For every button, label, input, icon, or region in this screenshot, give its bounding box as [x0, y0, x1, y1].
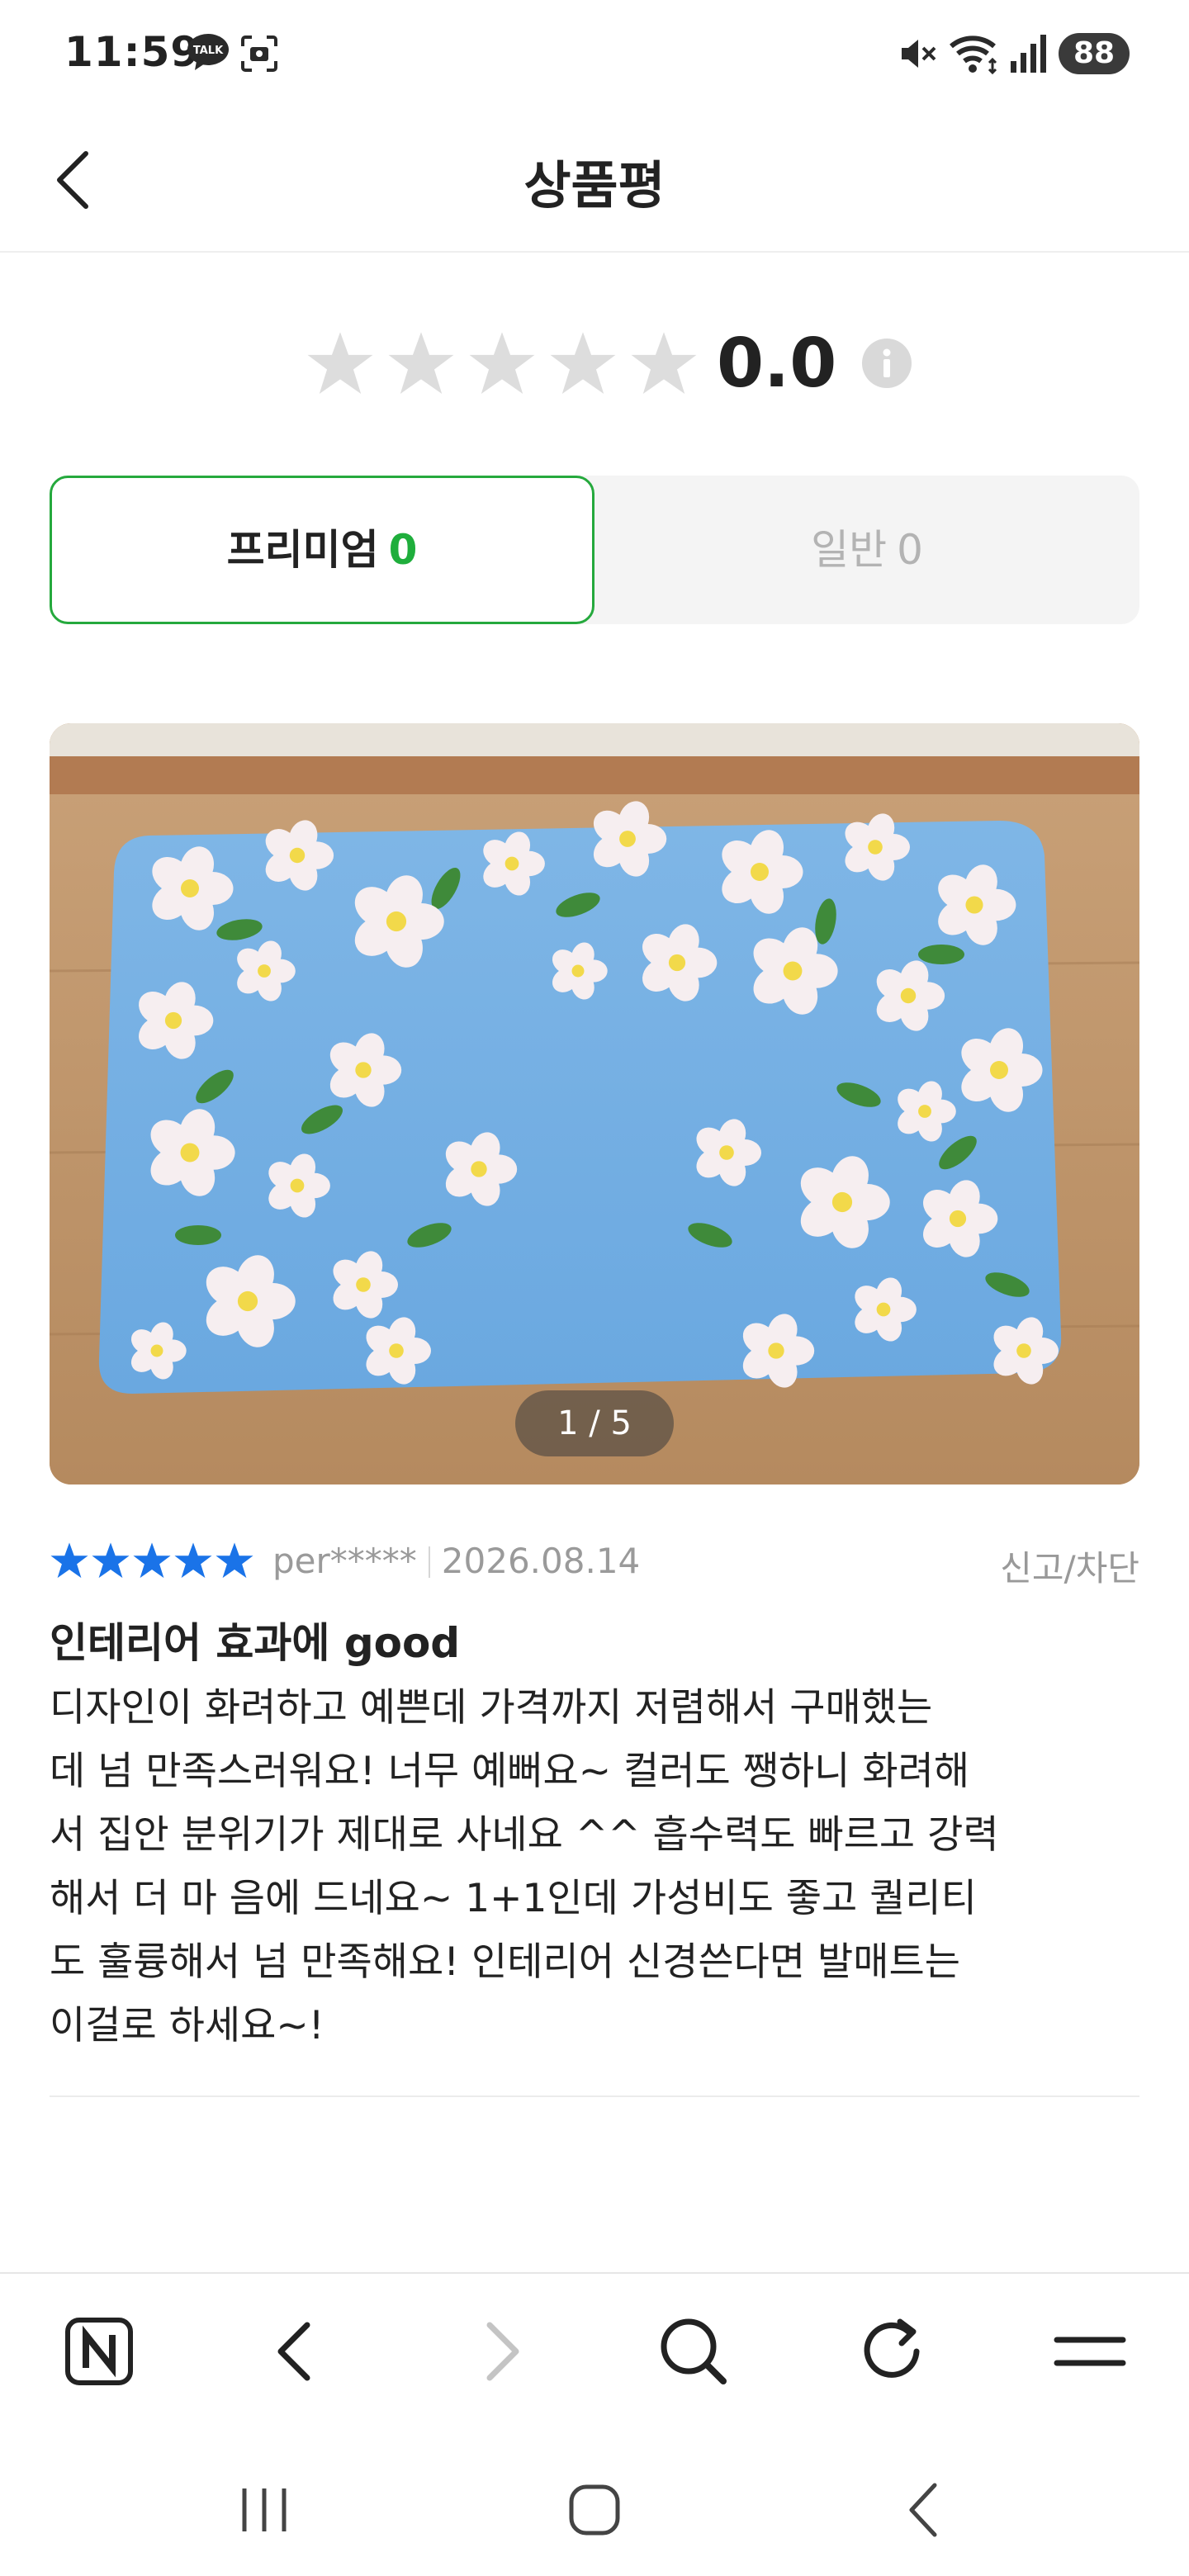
reviewer-name: per*****: [272, 1541, 417, 1581]
star-icon: [388, 332, 454, 394]
rating-stars: [306, 329, 699, 398]
review-body-line: 서 집안 분위기가 제대로 사네요 ^^ 흡수력도 빠르고 강력: [50, 1812, 999, 1858]
star-icon: [469, 332, 535, 394]
naver-n-icon[interactable]: [58, 2310, 140, 2393]
meta-divider: [428, 1546, 430, 1578]
kakaotalk-icon: TALK: [187, 34, 229, 70]
search-icon[interactable]: [652, 2310, 735, 2393]
review-photo[interactable]: 1 / 5: [50, 723, 1139, 1485]
photo-counter: 1 / 5: [515, 1390, 674, 1456]
mute-icon: [902, 40, 936, 68]
review-meta: per***** 2026.08.14 신고/차단: [50, 1536, 1139, 1589]
star-icon: [550, 332, 616, 394]
page-title: 상품평: [523, 155, 666, 215]
refresh-icon[interactable]: [850, 2310, 933, 2393]
star-icon: [216, 1542, 253, 1579]
star-icon: [307, 332, 373, 394]
report-block-link[interactable]: 신고/차단: [1000, 1541, 1139, 1591]
tab-normal[interactable]: 일반 0: [594, 476, 1139, 624]
home-icon[interactable]: [553, 2469, 636, 2551]
browser-toolbar: [0, 2272, 1189, 2427]
tab-premium-count: 0: [388, 526, 418, 574]
review-body-line: 디자인이 화려하고 예쁜데 가격까지 저렴해서 구매했는: [50, 1685, 933, 1731]
star-icon: [50, 1542, 88, 1579]
tab-premium[interactable]: 프리미엄 0: [50, 476, 594, 624]
reviewer-info: per***** 2026.08.14: [272, 1541, 640, 1581]
review-date: 2026.08.14: [441, 1541, 641, 1581]
review-body: 디자인이 화려하고 예쁜데 가격까지 저렴해서 구매했는데 넘 만족스러워요! …: [50, 1676, 1090, 2057]
review-body-line: 이걸로 하세요~!: [50, 2003, 324, 2048]
rating-score: 0.0: [717, 324, 837, 403]
status-time: 11:59: [64, 28, 201, 76]
star-icon: [631, 332, 697, 394]
bath-mat-photo: [50, 723, 1139, 1485]
info-icon[interactable]: [861, 338, 912, 389]
review-body-line: 해서 더 마 음에 드네요~ 1+1인데 가성비도 좋고 퀄리티: [50, 1876, 977, 1921]
recent-apps-icon[interactable]: [223, 2469, 306, 2551]
menu-icon[interactable]: [1049, 2310, 1131, 2393]
review-title: 인테리어 효과에 good: [50, 1619, 461, 1667]
star-icon: [92, 1542, 130, 1579]
screenshot-scan-icon: [241, 36, 277, 72]
forward-arrow-icon: [486, 2322, 519, 2381]
status-bar: 11:59 TALK 88: [0, 0, 1189, 107]
review-body-line: 도 훌륭해서 넘 만족해요! 인테리어 신경쓴다면 발매트는: [50, 1939, 960, 1985]
star-icon: [133, 1542, 171, 1579]
battery-indicator: 88: [1059, 33, 1130, 74]
review-body-line: 데 넘 만족스러워요! 너무 예뻐요~ 컬러도 쨍하니 화려해: [50, 1749, 970, 1794]
system-nav-bar: [0, 2444, 1189, 2576]
rating-summary: 0.0: [306, 314, 912, 413]
tab-premium-label: 프리미엄: [226, 526, 379, 574]
back-arrow-icon[interactable]: [256, 2310, 339, 2393]
tab-normal-label: 일반: [811, 526, 888, 574]
star-icon: [174, 1542, 212, 1579]
review-tabs: 프리미엄 0 일반 0: [50, 476, 1139, 624]
back-icon[interactable]: [883, 2469, 966, 2551]
tab-normal-count: 0: [897, 526, 923, 574]
svg-text:TALK: TALK: [193, 45, 224, 57]
review-stars: [50, 1541, 254, 1580]
signal-icon: [1011, 35, 1046, 73]
divider: [50, 2095, 1139, 2097]
page-header: 상품평: [0, 107, 1189, 253]
wifi-icon: [950, 36, 997, 75]
